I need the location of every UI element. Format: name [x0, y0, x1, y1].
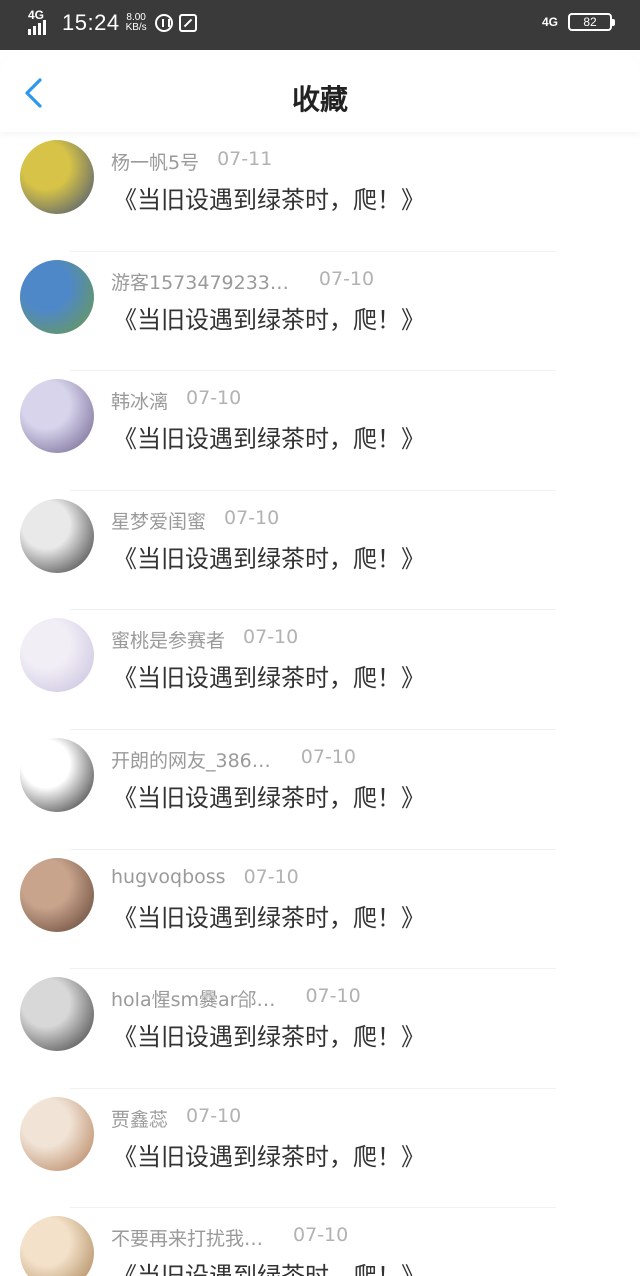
nav-header: 收藏 — [0, 50, 640, 132]
item-meta: 游客1573479233… 07-10 — [111, 268, 374, 295]
list-item[interactable]: 韩冰漓 07-10 《当旧设遇到绿茶时，爬！》 — [0, 371, 640, 491]
date: 07-10 — [243, 626, 299, 649]
battery-icon: 82 — [568, 13, 615, 31]
favorite-title[interactable]: 《当旧设遇到绿茶时，爬！》 — [113, 419, 425, 454]
date: 07-10 — [293, 1224, 349, 1247]
date: 07-11 — [217, 148, 273, 170]
avatar[interactable] — [20, 140, 94, 214]
clock: 15:24 — [62, 10, 120, 35]
username[interactable]: 开朗的网友_386… — [111, 746, 271, 773]
item-meta: hugvoqboss 07-10 — [111, 866, 299, 888]
favorite-title[interactable]: 《当旧设遇到绿茶时，爬！》 — [113, 1017, 425, 1052]
username[interactable]: 韩冰漓 — [111, 387, 168, 414]
date: 07-10 — [300, 745, 356, 768]
date: 07-10 — [186, 387, 242, 410]
date: 07-10 — [186, 1104, 242, 1127]
list-item[interactable]: hugvoqboss 07-10 《当旧设遇到绿茶时，爬！》 — [0, 850, 640, 970]
date: 07-10 — [305, 985, 361, 1008]
date: 07-10 — [224, 506, 280, 529]
item-meta: 开朗的网友_386… 07-10 — [111, 746, 356, 773]
list-item[interactable]: hola惺sm爨ar郃… 07-10 《当旧设遇到绿茶时，爬！》 — [0, 969, 640, 1089]
date: 07-10 — [318, 267, 375, 290]
notification-icon — [154, 14, 173, 32]
avatar[interactable] — [20, 857, 94, 932]
list-item[interactable]: 游客1573479233… 07-10 《当旧设遇到绿茶时，爬！》 — [0, 252, 640, 372]
username[interactable]: 不要再来打扰我… — [111, 1224, 263, 1251]
page-title: 收藏 — [291, 83, 348, 116]
list-item[interactable]: 星梦爱闺蜜 07-10 《当旧设遇到绿茶时，爬！》 — [0, 491, 640, 611]
favorite-title[interactable]: 《当旧设遇到绿茶时，爬！》 — [113, 180, 425, 215]
favorite-title[interactable]: 《当旧设遇到绿茶时，爬！》 — [113, 300, 425, 335]
avatar[interactable] — [20, 977, 94, 1052]
status-bar: 4G 15:24 8.00 KB/s 4G 82 — [0, 0, 640, 50]
item-meta: 不要再来打扰我… 07-10 — [111, 1224, 348, 1251]
item-meta: hola惺sm爨ar郃… 07-10 — [111, 985, 361, 1012]
username[interactable]: 星梦爱闺蜜 — [111, 507, 206, 534]
avatar[interactable] — [20, 1216, 94, 1276]
network-speed: 8.00 KB/s — [126, 13, 147, 33]
username[interactable]: 游客1573479233… — [111, 268, 289, 295]
favorite-title[interactable]: 《当旧设遇到绿茶时，爬！》 — [113, 1256, 425, 1276]
favorite-title[interactable]: 《当旧设遇到绿茶时，爬！》 — [113, 1137, 425, 1172]
favorite-title[interactable]: 《当旧设遇到绿茶时，爬！》 — [113, 539, 425, 574]
avatar[interactable] — [20, 618, 94, 693]
avatar[interactable] — [20, 259, 94, 334]
date: 07-10 — [243, 865, 299, 888]
username[interactable]: 杨一帆5号 — [111, 148, 199, 175]
item-meta: 杨一帆5号 07-11 — [111, 148, 272, 175]
item-meta: 贾鑫蕊 07-10 — [111, 1105, 241, 1132]
item-meta: 韩冰漓 07-10 — [111, 387, 241, 414]
app-notification-icon — [178, 14, 197, 32]
username[interactable]: hola惺sm爨ar郃… — [111, 985, 275, 1012]
list-item[interactable]: 杨一帆5号 07-11 《当旧设遇到绿茶时，爬！》 — [0, 132, 640, 252]
favorite-title[interactable]: 《当旧设遇到绿茶时，爬！》 — [113, 898, 425, 933]
cellular-signal-icon: 4G — [28, 8, 54, 35]
favorite-title[interactable]: 《当旧设遇到绿茶时，爬！》 — [113, 658, 425, 693]
favorites-list: 杨一帆5号 07-11 《当旧设遇到绿茶时，爬！》 游客1573479233… 07-1… — [0, 132, 640, 1276]
list-item[interactable]: 蜜桃是参赛者 07-10 《当旧设遇到绿茶时，爬！》 — [0, 610, 640, 730]
avatar[interactable] — [20, 1096, 94, 1171]
username[interactable]: hugvoqboss — [111, 866, 226, 888]
avatar[interactable] — [20, 737, 94, 812]
item-meta: 星梦爱闺蜜 07-10 — [111, 507, 279, 534]
list-item[interactable]: 不要再来打扰我… 07-10 《当旧设遇到绿茶时，爬！》 — [0, 1208, 640, 1276]
list-item[interactable]: 贾鑫蕊 07-10 《当旧设遇到绿茶时，爬！》 — [0, 1089, 640, 1209]
avatar[interactable] — [20, 498, 94, 573]
item-meta: 蜜桃是参赛者 07-10 — [111, 626, 298, 653]
avatar[interactable] — [20, 379, 94, 454]
username[interactable]: 贾鑫蕊 — [111, 1105, 168, 1132]
username[interactable]: 蜜桃是参赛者 — [111, 626, 225, 653]
favorite-title[interactable]: 《当旧设遇到绿茶时，爬！》 — [113, 778, 425, 813]
network-type-right: 4G — [541, 15, 558, 29]
speed-unit: KB/s — [125, 22, 147, 33]
battery-level: 82 — [583, 15, 597, 29]
list-item[interactable]: 开朗的网友_386… 07-10 《当旧设遇到绿茶时，爬！》 — [0, 730, 640, 850]
